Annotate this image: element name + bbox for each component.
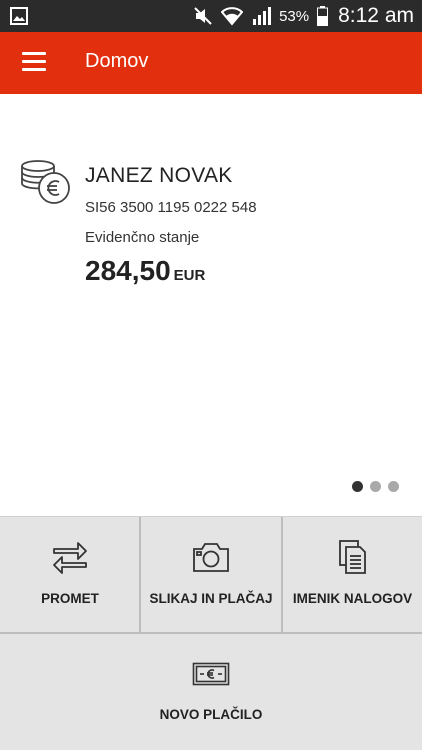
balance-currency: EUR [173, 267, 206, 284]
battery-icon [317, 6, 329, 26]
account-card[interactable]: JANEZ NOVAK SI56 3500 1195 0222 548 Evid… [0, 94, 422, 516]
clock: 8:12 am [338, 4, 414, 27]
page-dot-3[interactable] [388, 481, 399, 492]
status-bar: 53% 8:12 am [0, 0, 422, 32]
coins-euro-icon [21, 160, 70, 204]
promet-button[interactable]: PROMET [0, 517, 140, 633]
action-grid: PROMET SLIKAJ IN PLAČAJ IMENIK NALOGOV N… [0, 516, 422, 750]
page-dot-2[interactable] [370, 481, 381, 492]
slikaj-in-placaj-label: SLIKAJ IN PLAČAJ [149, 591, 273, 606]
battery-percent: 53% [279, 7, 310, 25]
transfer-arrows-icon [53, 542, 87, 574]
page-title: Domov [85, 50, 149, 72]
imenik-nalogov-label: IMENIK NALOGOV [292, 591, 413, 606]
imenik-nalogov-button[interactable]: IMENIK NALOGOV [283, 517, 422, 633]
balance: 284,50 EUR [85, 255, 205, 287]
status-icons: 53% 8:12 am [193, 0, 414, 32]
euro-banknote-icon [192, 662, 230, 686]
slikaj-in-placaj-button[interactable]: SLIKAJ IN PLAČAJ [141, 517, 281, 633]
gallery-notification-icon [10, 7, 28, 25]
wifi-icon [221, 7, 244, 26]
novo-placilo-label: NOVO PLAČILO [159, 707, 263, 722]
account-holder-name: JANEZ NOVAK [85, 164, 233, 187]
page-indicator [352, 481, 399, 492]
page-dot-1[interactable] [352, 481, 363, 492]
mute-icon [194, 7, 212, 25]
app-bar: Domov [0, 32, 422, 94]
balance-amount: 284,50 [85, 255, 171, 286]
documents-icon [338, 540, 366, 574]
novo-placilo-button[interactable]: NOVO PLAČILO [0, 634, 422, 750]
signal-icon [253, 7, 272, 25]
balance-label: Evidenčno stanje [85, 229, 200, 246]
account-iban: SI56 3500 1195 0222 548 [85, 199, 257, 216]
camera-icon [193, 543, 229, 572]
promet-label: PROMET [41, 591, 99, 606]
hamburger-menu-icon[interactable] [22, 52, 46, 72]
